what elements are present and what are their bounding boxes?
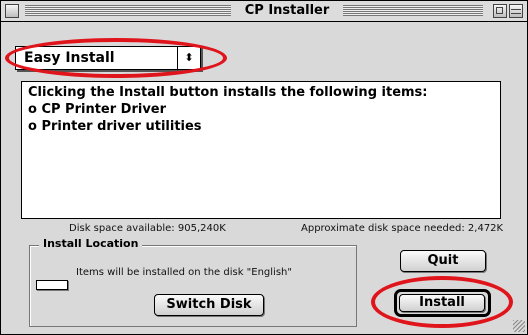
installer-window: CP Installer Easy Install ⬍ Clicking the… <box>0 0 528 335</box>
install-description: Clicking the Install button installs the… <box>21 81 501 219</box>
description-line: o CP Printer Driver <box>28 102 167 117</box>
disk-space-available: Disk space available: 905,240K <box>69 223 226 234</box>
highlight-oval <box>5 38 227 78</box>
quit-button[interactable]: Quit <box>400 250 486 272</box>
zoom-box-icon[interactable] <box>493 4 507 18</box>
switch-disk-button[interactable]: Switch Disk <box>154 294 264 316</box>
close-box-icon[interactable] <box>5 4 19 18</box>
window-title: CP Installer <box>231 2 343 20</box>
collapse-box-icon[interactable] <box>509 4 523 18</box>
title-bar-stripes <box>25 5 231 16</box>
disk-icon <box>36 280 68 290</box>
description-line: Clicking the Install button installs the… <box>28 85 428 100</box>
title-bar[interactable]: CP Installer <box>1 1 527 22</box>
title-bar-stripes <box>343 5 483 16</box>
install-location-message: Items will be installed on the disk "Eng… <box>76 267 292 278</box>
disk-space-needed: Approximate disk space needed: 2,472K <box>301 223 504 234</box>
install-location-title: Install Location <box>39 237 143 251</box>
highlight-oval <box>371 276 513 328</box>
resize-grip-icon[interactable] <box>513 320 525 332</box>
description-line: o Printer driver utilities <box>28 119 202 134</box>
